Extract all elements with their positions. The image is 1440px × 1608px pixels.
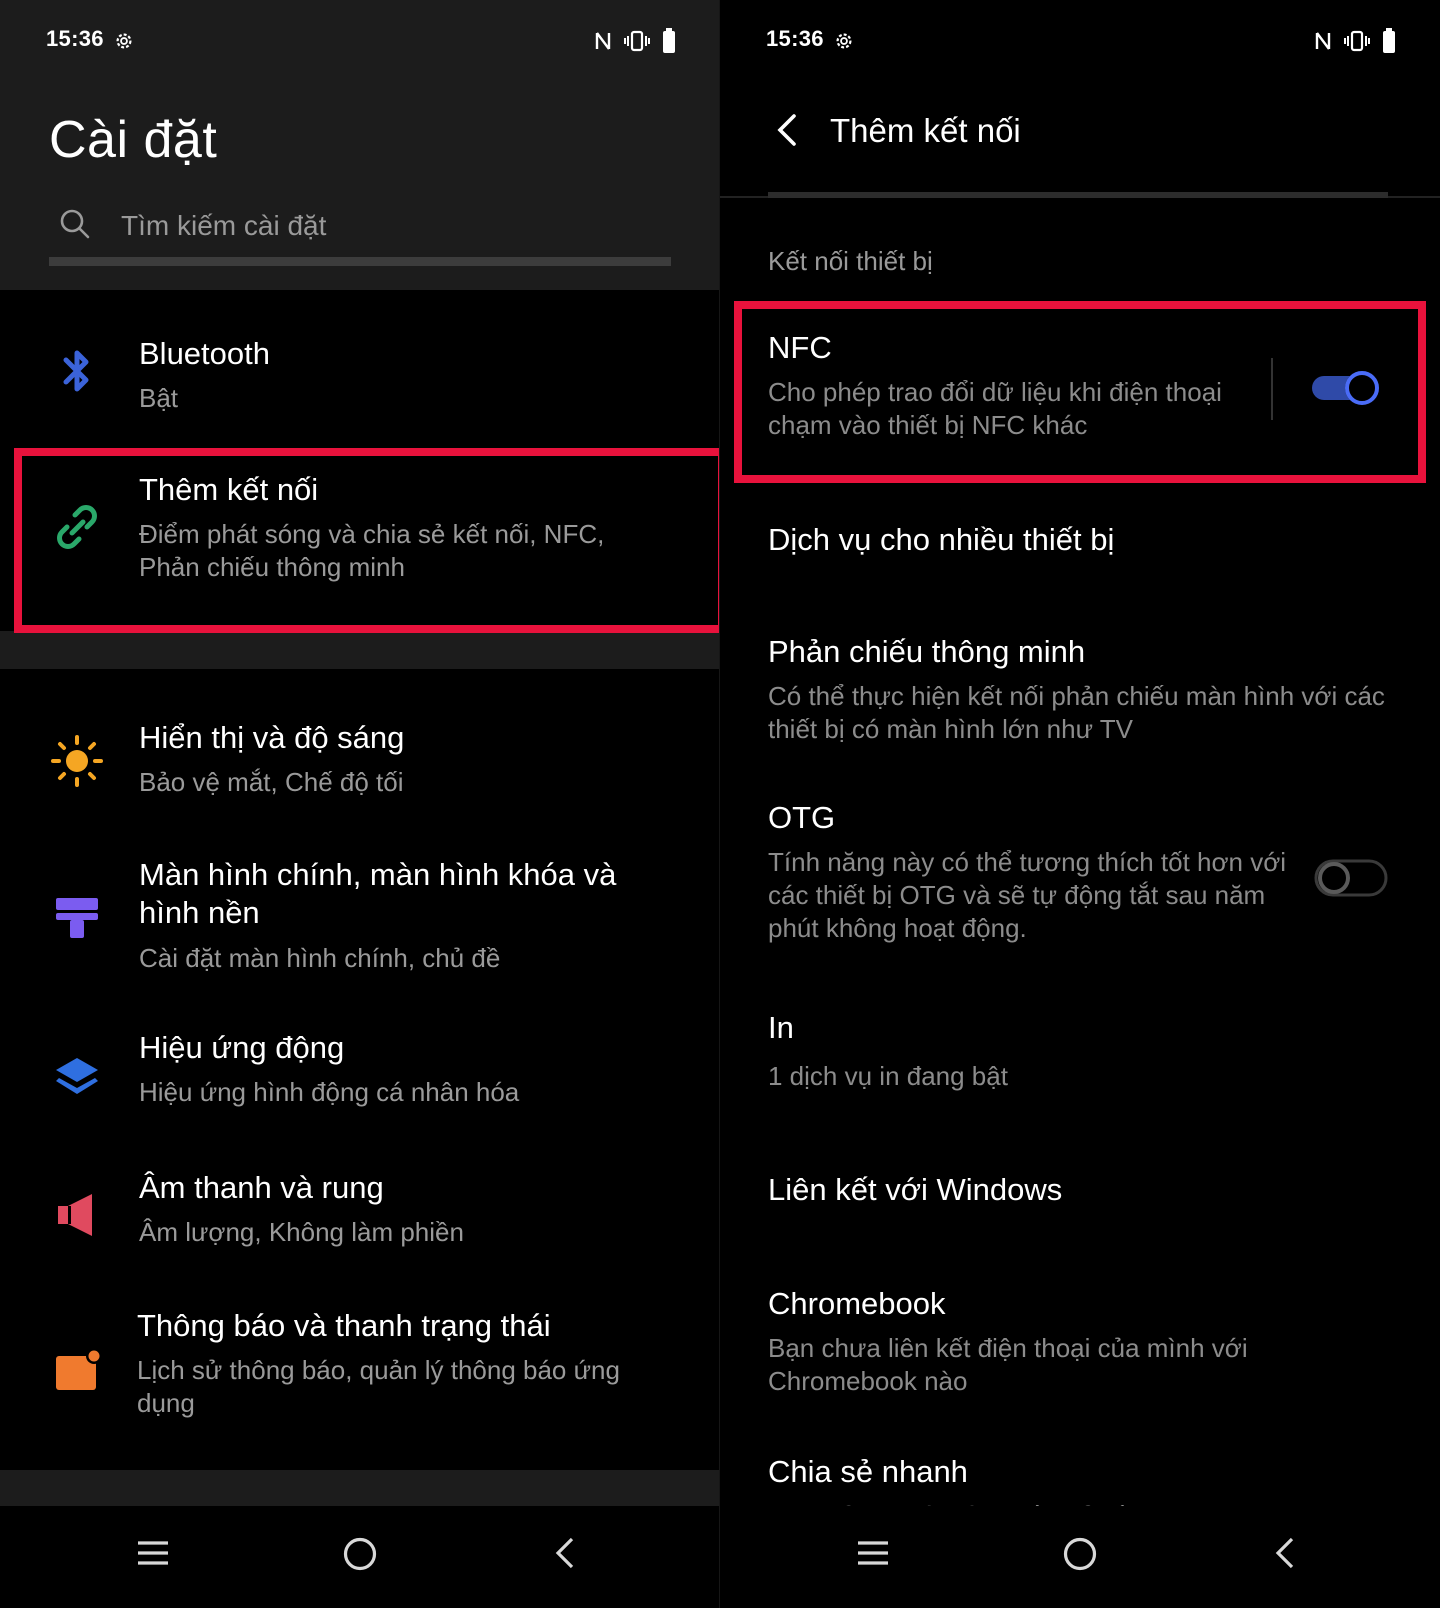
settings-item-bluetooth[interactable]: Bluetooth Bật bbox=[0, 320, 720, 440]
print-item[interactable]: In 1 dịch vụ in đang bật bbox=[768, 1010, 1408, 1093]
settings-item-title: Màn hình chính, màn hình khóa và hình nề… bbox=[139, 857, 617, 930]
highlight-box bbox=[14, 448, 720, 633]
print-title: In bbox=[768, 1010, 794, 1045]
brightness-icon bbox=[51, 735, 103, 787]
bluetooth-icon bbox=[63, 350, 89, 392]
wallpaper-icon bbox=[56, 898, 98, 938]
settings-panel: 15:36 Cài đặt Tìm kiếm cài đặt Bluetooth… bbox=[0, 0, 720, 1608]
settings-item-title: Âm thanh và rung bbox=[139, 1170, 384, 1205]
link-windows-title: Liên kết với Windows bbox=[768, 1172, 1063, 1207]
print-subtitle: 1 dịch vụ in đang bật bbox=[768, 1061, 1008, 1091]
battery-icon bbox=[1383, 28, 1395, 53]
otg-toggle[interactable] bbox=[1314, 858, 1390, 898]
more-connections-panel: 15:36 Thêm kết nối Kết nối thiết bị NFC … bbox=[720, 0, 1440, 1608]
scroll-indicator bbox=[768, 192, 1388, 198]
settings-item-home-screen[interactable]: Màn hình chính, màn hình khóa và hình nề… bbox=[0, 850, 720, 1000]
settings-item-animations[interactable]: Hiệu ứng động Hiệu ứng hình động cá nhân… bbox=[0, 1030, 720, 1150]
gear-icon bbox=[836, 33, 852, 49]
settings-item-sound[interactable]: Âm thanh và rung Âm lượng, Không làm phi… bbox=[0, 1170, 720, 1290]
vibrate-icon bbox=[624, 30, 650, 52]
quick-share-title: Chia sẻ nhanh bbox=[768, 1454, 968, 1489]
status-time: 15:36 bbox=[766, 26, 824, 51]
multi-device-item[interactable]: Dịch vụ cho nhiều thiết bị bbox=[768, 522, 1408, 558]
navigation-bar bbox=[0, 1506, 720, 1608]
smart-mirror-subtitle: Có thể thực hiện kết nối phản chiếu màn … bbox=[768, 681, 1385, 744]
link-windows-item[interactable]: Liên kết với Windows bbox=[768, 1172, 1408, 1208]
settings-item-subtitle: Lịch sử thông báo, quản lý thông báo ứng… bbox=[137, 1355, 620, 1418]
back-arrow-icon[interactable] bbox=[768, 110, 808, 150]
back-nav-icon[interactable] bbox=[1272, 1536, 1298, 1570]
navigation-bar bbox=[720, 1506, 1440, 1608]
settings-item-title: Hiển thị và độ sáng bbox=[139, 720, 405, 755]
chromebook-title: Chromebook bbox=[768, 1286, 946, 1321]
otg-item[interactable]: OTG Tính năng này có thể tương thích tốt… bbox=[768, 800, 1288, 945]
highlight-box bbox=[734, 301, 1426, 483]
settings-item-subtitle: Hiệu ứng hình động cá nhân hóa bbox=[139, 1077, 520, 1107]
home-icon[interactable] bbox=[1062, 1536, 1098, 1572]
otg-subtitle: Tính năng này có thể tương thích tốt hơn… bbox=[768, 847, 1287, 943]
gear-icon bbox=[116, 33, 132, 49]
status-bar: 15:36 bbox=[0, 0, 720, 80]
settings-item-subtitle: Âm lượng, Không làm phiền bbox=[139, 1217, 464, 1247]
search-input[interactable]: Tìm kiếm cài đặt bbox=[49, 200, 671, 266]
battery-icon bbox=[663, 28, 675, 53]
settings-item-subtitle: Bật bbox=[139, 383, 179, 413]
settings-item-display[interactable]: Hiển thị và độ sáng Bảo vệ mắt, Chế độ t… bbox=[0, 700, 720, 820]
settings-item-subtitle: Bảo vệ mắt, Chế độ tối bbox=[139, 767, 404, 797]
settings-item-title: Hiệu ứng động bbox=[139, 1030, 345, 1065]
multi-device-title: Dịch vụ cho nhiều thiết bị bbox=[768, 522, 1115, 557]
notification-icon bbox=[56, 1348, 102, 1390]
status-time: 15:36 bbox=[46, 26, 104, 51]
nfc-status-icon bbox=[595, 32, 611, 50]
menu-icon[interactable] bbox=[856, 1536, 890, 1570]
otg-title: OTG bbox=[768, 800, 836, 835]
back-nav-icon[interactable] bbox=[552, 1536, 578, 1570]
settings-item-title: Thông báo và thanh trạng thái bbox=[137, 1308, 551, 1343]
page-title: Thêm kết nối bbox=[830, 112, 1021, 149]
page-title: Cài đặt bbox=[49, 111, 218, 169]
status-bar: 15:36 bbox=[720, 0, 1440, 80]
chromebook-subtitle: Bạn chưa liên kết điện thoại của mình vớ… bbox=[768, 1333, 1248, 1396]
search-icon bbox=[60, 209, 90, 239]
vibrate-icon bbox=[1344, 30, 1370, 52]
layers-icon bbox=[56, 1058, 98, 1094]
search-placeholder: Tìm kiếm cài đặt bbox=[121, 210, 327, 241]
home-icon[interactable] bbox=[342, 1536, 378, 1572]
smart-mirror-title: Phản chiếu thông minh bbox=[768, 634, 1086, 669]
section-divider bbox=[0, 1470, 720, 1506]
section-divider bbox=[0, 631, 720, 669]
menu-icon[interactable] bbox=[136, 1536, 170, 1570]
speaker-icon bbox=[58, 1194, 92, 1236]
nfc-status-icon bbox=[1315, 32, 1331, 50]
section-label: Kết nối thiết bị bbox=[768, 246, 933, 276]
settings-item-notifications[interactable]: Thông báo và thanh trạng thái Lịch sử th… bbox=[0, 1308, 720, 1458]
settings-item-title: Bluetooth bbox=[139, 336, 270, 371]
chromebook-item[interactable]: Chromebook Bạn chưa liên kết điện thoại … bbox=[768, 1286, 1308, 1398]
smart-mirror-item[interactable]: Phản chiếu thông minh Có thể thực hiện k… bbox=[768, 634, 1388, 746]
settings-item-subtitle: Cài đặt màn hình chính, chủ đề bbox=[139, 943, 501, 973]
